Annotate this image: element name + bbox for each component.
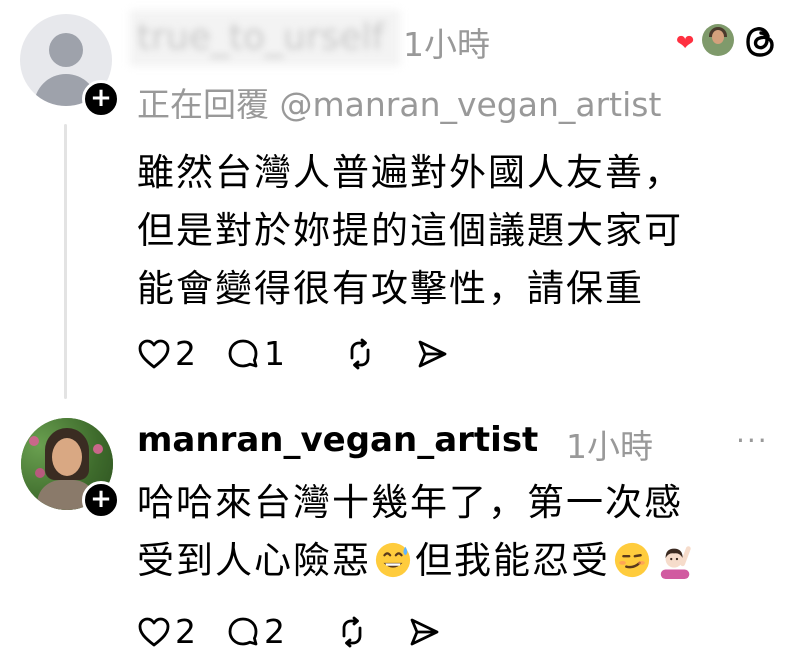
post-line: 受到人心險惡 但我能忍受 [137,532,698,590]
follow-plus-icon[interactable]: + [82,481,120,519]
comment-count: 1 [264,334,285,373]
liked-by-avatar [702,24,734,56]
like-count: 2 [175,612,196,651]
thread-line [64,124,67,399]
post-line: 雖然台灣人普遍對外國人友善， [137,151,683,194]
comment-count: 2 [264,612,285,651]
post-time: 1小時 [403,25,490,64]
heart-outline-icon [138,617,170,646]
repost-icon [350,338,370,369]
grinning-face-with-sweat-icon [375,542,411,578]
post-text: 雖然台灣人普遍對外國人友善， 但是對於妳提的這個議題大家可 能會變得很有攻擊性，… [137,144,683,318]
more-options-icon[interactable]: ··· [736,424,769,457]
smirking-face-icon [614,542,650,578]
comment-icon [228,617,258,645]
person-raising-hand-icon [660,546,691,579]
post-actions: 2 2 [137,612,471,651]
post-line: 能會變得很有攻擊性，請保重 [137,267,644,310]
post-time: 1小時 [566,427,653,466]
like-button[interactable]: 2 [137,612,196,651]
post-line-segment: 受到人心險惡 [137,539,371,582]
repost-button[interactable] [335,615,369,649]
username[interactable]: true_to_urself [137,13,395,63]
reply-indicator[interactable]: 正在回覆 @manran_vegan_artist [137,78,661,126]
heart-icon: ❤ [676,31,695,56]
post-line: 但是對於妳提的這個議題大家可 [137,209,683,252]
post-text: 哈哈來台灣十幾年了，第一次感 受到人心險惡 但我能忍受 [137,474,698,590]
post-line: 哈哈來台灣十幾年了，第一次感 [137,481,683,524]
heart-outline-icon [138,339,170,368]
share-button[interactable] [415,337,449,371]
share-button[interactable] [407,615,441,649]
send-icon [410,618,439,645]
comment-button[interactable]: 1 [226,334,285,373]
like-count: 2 [175,334,196,373]
follow-plus-icon[interactable]: + [82,80,120,118]
post-actions: 2 1 [137,334,479,373]
like-button[interactable]: 2 [137,334,196,373]
comment-button[interactable]: 2 [226,612,285,651]
username[interactable]: manran_vegan_artist [137,420,538,460]
comment-icon [228,339,258,367]
threads-icon[interactable] [744,24,778,64]
post-line-segment: 但我能忍受 [415,539,610,582]
send-icon [418,340,447,367]
repost-button[interactable] [343,337,377,371]
repost-icon [342,616,362,647]
